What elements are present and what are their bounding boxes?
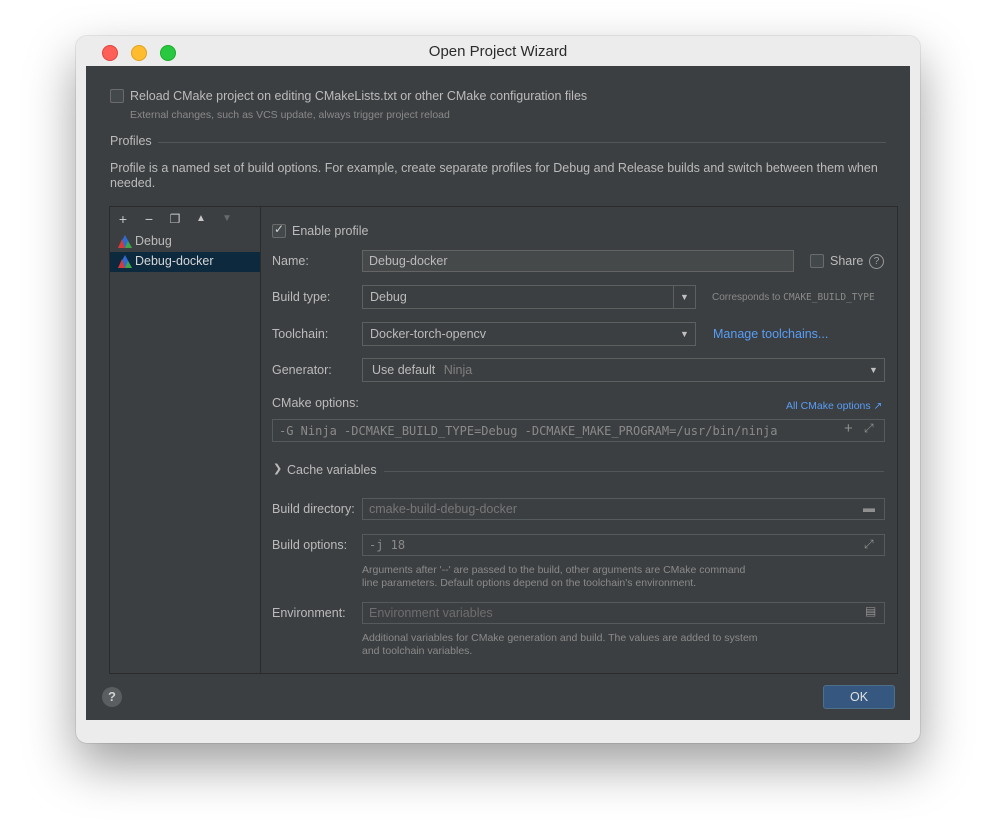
chevron-right-icon[interactable]: ❯ — [273, 462, 282, 475]
dialog-window: Open Project Wizard Reload CMake project… — [76, 36, 920, 743]
chevron-down-icon[interactable]: ▼ — [674, 323, 695, 345]
copy-icon[interactable]: ❐ — [167, 211, 183, 227]
profiles-list-panel: + − ❐ ▲ ▼ Debug Debug-docker — [109, 206, 261, 674]
toolchain-label: Toolchain: — [272, 327, 329, 341]
reload-label[interactable]: Reload CMake project on editing CMakeLis… — [130, 89, 587, 103]
title-bar[interactable]: Open Project Wizard — [76, 36, 920, 66]
toolchain-value: Docker-torch-opencv — [370, 327, 487, 341]
build-type-hint: Corresponds to CMAKE_BUILD_TYPE — [712, 292, 875, 303]
cache-variables-label[interactable]: Cache variables — [287, 463, 377, 477]
build-type-value: Debug — [370, 290, 407, 304]
build-options-hint-2: line parameters. Default options depend … — [362, 577, 697, 589]
build-type-combo[interactable]: Debug ▼ — [362, 285, 696, 309]
all-cmake-options-link[interactable]: All CMake options ↗ — [786, 400, 882, 412]
chevron-down-icon[interactable]: ▼ — [673, 286, 695, 308]
help-icon[interactable]: ? — [869, 254, 884, 269]
environment-hint-1: Additional variables for CMake generatio… — [362, 632, 758, 644]
profile-item-label: Debug — [135, 234, 172, 248]
manage-toolchains-link[interactable]: Manage toolchains... — [713, 327, 828, 341]
ok-button[interactable]: OK — [823, 685, 895, 709]
help-icon[interactable]: ? — [102, 687, 122, 707]
generator-label: Generator: — [272, 363, 332, 377]
reload-hint: External changes, such as VCS update, al… — [130, 109, 450, 121]
document-icon[interactable]: ▤ — [865, 604, 876, 618]
environment-label: Environment: — [272, 606, 346, 620]
cache-variables-divider — [384, 471, 884, 472]
share-label[interactable]: Share — [830, 254, 863, 268]
add-icon[interactable]: + — [844, 420, 853, 437]
expand-icon[interactable]: ⤢ — [864, 421, 874, 436]
cmake-icon — [118, 235, 132, 248]
remove-icon[interactable]: − — [141, 211, 157, 227]
generator-combo[interactable]: Use default Ninja ▼ — [362, 358, 885, 382]
expand-icon[interactable]: ⤢ — [864, 537, 874, 552]
build-directory-label: Build directory: — [272, 502, 355, 516]
enable-profile-checkbox[interactable] — [272, 222, 286, 238]
profile-settings-panel: Enable profile Name: Debug-docker Share … — [259, 206, 898, 674]
enable-profile-label[interactable]: Enable profile — [292, 224, 368, 238]
add-icon[interactable]: + — [115, 211, 131, 227]
environment-hint-2: and toolchain variables. — [362, 645, 473, 657]
profile-item-debug[interactable]: Debug — [110, 232, 260, 252]
profiles-description-1: Profile is a named set of build options.… — [110, 161, 878, 175]
generator-hint: Ninja — [443, 363, 473, 377]
reload-checkbox[interactable] — [110, 89, 124, 103]
chevron-down-icon[interactable]: ▼ — [863, 359, 884, 381]
dialog-content: Reload CMake project on editing CMakeLis… — [86, 66, 910, 720]
profile-item-debug-docker[interactable]: Debug-docker — [110, 252, 260, 272]
environment-input[interactable]: Environment variables — [362, 602, 885, 624]
generator-value: Use default — [372, 363, 436, 377]
build-options-hint-1: Arguments after '--' are passed to the b… — [362, 564, 746, 576]
profiles-section-title: Profiles — [110, 134, 152, 148]
build-directory-input[interactable]: cmake-build-debug-docker — [362, 498, 885, 520]
toolchain-combo[interactable]: Docker-torch-opencv ▼ — [362, 322, 696, 346]
build-options-input[interactable]: -j 18 — [362, 534, 885, 556]
name-label: Name: — [272, 254, 309, 268]
profile-item-label: Debug-docker — [135, 254, 214, 268]
move-up-icon[interactable]: ▲ — [193, 211, 209, 227]
profiles-description-2: needed. — [110, 176, 156, 190]
cmake-options-label: CMake options: — [272, 396, 359, 410]
cmake-options-input[interactable]: -G Ninja -DCMAKE_BUILD_TYPE=Debug -DCMAK… — [272, 419, 885, 442]
build-options-label: Build options: — [272, 538, 348, 552]
move-down-icon[interactable]: ▼ — [219, 211, 235, 227]
share-checkbox[interactable] — [810, 254, 824, 268]
folder-icon[interactable]: ▬ — [863, 501, 875, 515]
name-input[interactable]: Debug-docker — [362, 250, 794, 272]
build-type-label: Build type: — [272, 290, 331, 304]
cmake-icon — [118, 255, 132, 268]
profiles-divider — [158, 142, 886, 143]
window-title: Open Project Wizard — [428, 43, 568, 60]
